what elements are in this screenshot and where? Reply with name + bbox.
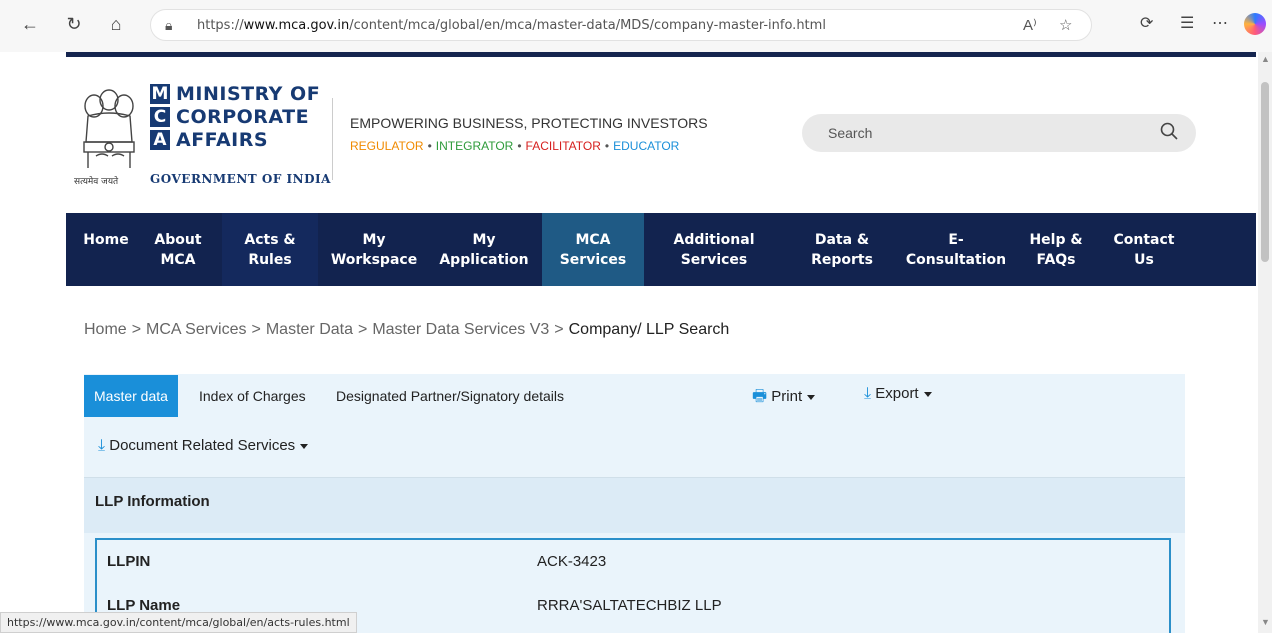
download-icon: ⤓ bbox=[98, 437, 106, 454]
scrollbar-thumb[interactable] bbox=[1261, 82, 1269, 262]
logo-letter-a: A bbox=[150, 129, 170, 150]
document-services-label: Document Related Services bbox=[109, 437, 296, 454]
scroll-down-icon[interactable]: ▼ bbox=[1261, 617, 1270, 627]
nav-additional-services[interactable]: Additional Services bbox=[662, 213, 766, 286]
header-divider bbox=[332, 98, 333, 180]
printer-icon: 🖶︎ bbox=[752, 388, 768, 405]
nav-about-mca[interactable]: About MCA bbox=[146, 213, 210, 286]
tagline: EMPOWERING BUSINESS, PROTECTING INVESTOR… bbox=[350, 115, 708, 131]
nav-acts-rules[interactable]: Acts & Rules bbox=[222, 213, 318, 286]
chevron-down-icon bbox=[923, 391, 932, 397]
breadcrumb-mca-services[interactable]: MCA Services bbox=[146, 321, 246, 338]
logo-word-corporate: CORPORATE bbox=[176, 105, 310, 128]
extensions-icon[interactable]: ⟳ bbox=[1140, 13, 1153, 33]
breadcrumb-master-data[interactable]: Master Data bbox=[266, 321, 353, 338]
logo-word-affairs: AFFAIRS bbox=[176, 128, 269, 151]
breadcrumb: Home > MCA Services > Master Data > Master Dat… bbox=[84, 321, 730, 338]
scroll-up-icon[interactable]: ▲ bbox=[1261, 54, 1270, 64]
field-label-llpin: LLPIN bbox=[107, 553, 151, 570]
logo-word-ministry: MINISTRY OF bbox=[176, 82, 321, 105]
search-placeholder: Search bbox=[828, 125, 873, 141]
home-icon[interactable]: ⌂ bbox=[104, 12, 128, 36]
print-label: Print bbox=[771, 388, 803, 405]
nav-my-application[interactable]: My Application bbox=[432, 213, 536, 286]
refresh-icon[interactable]: ↻ bbox=[62, 12, 86, 36]
copilot-icon[interactable] bbox=[1244, 13, 1266, 35]
role-regulator: REGULATOR bbox=[350, 139, 424, 153]
print-button[interactable]: 🖶︎ Print bbox=[752, 385, 816, 412]
nav-my-workspace[interactable]: My Workspace bbox=[324, 213, 424, 286]
section-title: LLP Information bbox=[95, 493, 210, 510]
chevron-down-icon bbox=[300, 443, 309, 449]
download-icon: ⤓ bbox=[864, 385, 872, 402]
nav-mca-services[interactable]: MCA Services bbox=[542, 213, 644, 286]
back-arrow-icon[interactable]: ← bbox=[18, 12, 42, 36]
page-top-border bbox=[66, 52, 1256, 57]
government-of-india: GOVERNMENT OF INDIA bbox=[150, 172, 331, 186]
roles-line: REGULATOR • INTEGRATOR • FACILITATOR • EDUCATO… bbox=[350, 139, 680, 153]
nav-home[interactable]: Home bbox=[66, 213, 146, 286]
export-label: Export bbox=[875, 385, 919, 402]
tab-master-data[interactable]: Master data bbox=[84, 375, 178, 417]
export-button[interactable]: ⤓ Export bbox=[864, 385, 932, 403]
vertical-scrollbar[interactable]: ▲ ▼ bbox=[1258, 52, 1272, 633]
browser-toolbar: ← ↻ ⌂ 🔒︎ https://www.mca.gov.in/content/… bbox=[0, 0, 1272, 52]
mca-logo[interactable]: M MINISTRY OF C CORPORATE A AFFAIRS bbox=[150, 82, 320, 151]
more-menu-icon[interactable]: ⋯ bbox=[1212, 13, 1228, 33]
search-icon[interactable] bbox=[1160, 122, 1178, 140]
breadcrumb-master-data-services[interactable]: Master Data Services V3 bbox=[372, 321, 549, 338]
address-bar[interactable]: 🔒︎ https://www.mca.gov.in/content/mca/gl… bbox=[150, 9, 1092, 41]
nav-contact-us[interactable]: Contact Us bbox=[1104, 213, 1184, 286]
breadcrumb-home[interactable]: Home bbox=[84, 321, 127, 338]
emblem-caption: सत्यमेव जयते bbox=[74, 177, 119, 187]
chevron-down-icon bbox=[807, 394, 816, 400]
document-services-button[interactable]: ⤓ Document Related Services bbox=[98, 437, 309, 455]
nav-help-faqs[interactable]: Help & FAQs bbox=[1024, 213, 1088, 286]
favorites-list-icon[interactable]: ☰ bbox=[1180, 13, 1194, 33]
nav-data-reports[interactable]: Data & Reports bbox=[798, 213, 886, 286]
address-url: https://www.mca.gov.in/content/mca/globa… bbox=[197, 18, 826, 33]
field-value-llpin: ACK-3423 bbox=[537, 553, 607, 570]
section-header-bar bbox=[84, 477, 1185, 533]
tab-designated-partner[interactable]: Designated Partner/Signatory details bbox=[326, 375, 574, 417]
status-bar-url: https://www.mca.gov.in/content/mca/globa… bbox=[0, 612, 357, 633]
read-aloud-icon[interactable]: A⁾ bbox=[1023, 16, 1037, 34]
lock-icon[interactable]: 🔒︎ bbox=[165, 17, 172, 34]
role-integrator: INTEGRATOR bbox=[435, 139, 514, 153]
tab-index-of-charges[interactable]: Index of Charges bbox=[189, 375, 316, 417]
search-input[interactable]: Search bbox=[802, 114, 1196, 152]
breadcrumb-current: Company/ LLP Search bbox=[568, 321, 730, 338]
role-educator: EDUCATOR bbox=[613, 139, 680, 153]
favorite-star-icon[interactable]: ☆ bbox=[1059, 16, 1072, 34]
nav-e-consultation[interactable]: E- Consultation bbox=[902, 213, 1010, 286]
role-facilitator: FACILITATOR bbox=[525, 139, 601, 153]
logo-letter-m: M bbox=[150, 83, 170, 104]
national-emblem-icon bbox=[83, 89, 135, 168]
logo-letter-c: C bbox=[150, 106, 170, 127]
field-value-llp-name: RRRA'SALTATECHBIZ LLP bbox=[537, 597, 722, 614]
main-navigation: Home About MCA Acts & Rules My Workspace My… bbox=[66, 213, 1256, 286]
